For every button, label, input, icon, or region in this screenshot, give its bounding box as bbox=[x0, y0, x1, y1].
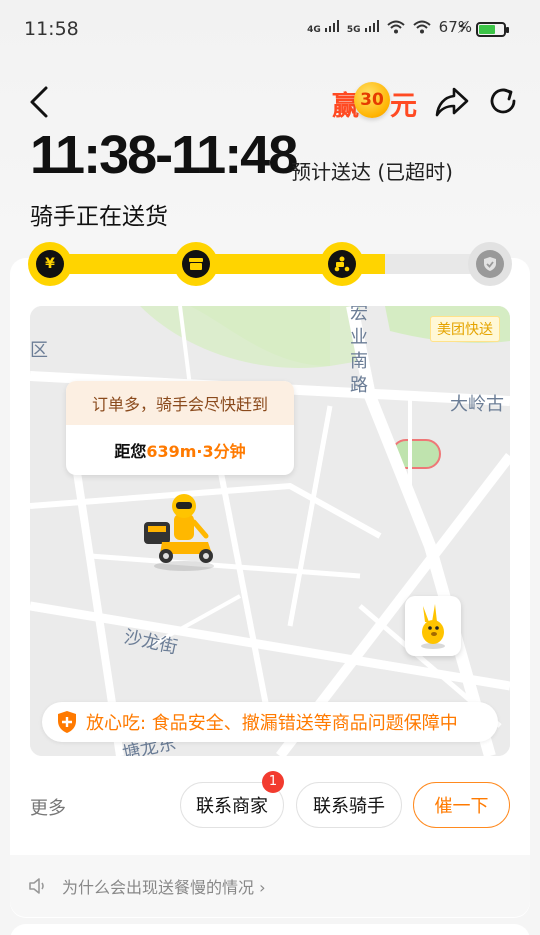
status-time: 11:58 bbox=[24, 18, 79, 40]
shop-icon bbox=[182, 250, 210, 278]
map-roads bbox=[30, 306, 510, 756]
next-card-peek bbox=[10, 924, 530, 935]
wifi-icon bbox=[386, 20, 405, 34]
distance-prefix: 距您 bbox=[114, 442, 147, 461]
promo-coin-amount: 30 bbox=[354, 82, 390, 118]
network-5g-label: 5G bbox=[346, 24, 361, 35]
charging-bolt-icon: ⚡ bbox=[456, 18, 468, 37]
eta-time: 11:38-11:48 bbox=[30, 125, 298, 185]
eta-note: 预计送达 (已超时) bbox=[291, 160, 453, 184]
rider-icon bbox=[328, 250, 356, 278]
contact-rider-button[interactable]: 联系骑手 bbox=[296, 782, 402, 828]
speaker-icon bbox=[29, 878, 44, 894]
check-shield-icon bbox=[476, 250, 504, 278]
wifi-icon bbox=[412, 20, 431, 34]
bubble-distance: 距您 639m·3分钟 bbox=[66, 425, 294, 475]
yuan-icon: ¥ bbox=[36, 250, 64, 278]
network-5g-indicator: 5G bbox=[346, 19, 379, 35]
battery-level bbox=[479, 25, 495, 34]
progress-step-delivered bbox=[468, 242, 512, 286]
shield-plus-icon bbox=[58, 711, 76, 733]
status-bar: 11:58 4G 5G 67% ⚡ bbox=[0, 0, 540, 60]
promo-reward-badge[interactable]: 赢 30 元 bbox=[332, 78, 417, 124]
kangaroo-mascot-icon bbox=[421, 604, 445, 649]
refresh-icon[interactable] bbox=[486, 84, 520, 118]
share-icon[interactable] bbox=[434, 84, 470, 118]
progress-step-delivering bbox=[320, 242, 364, 286]
battery-icon bbox=[476, 22, 509, 37]
delivery-progress-bar: ¥ bbox=[28, 242, 512, 286]
brand-badge: 美团快送 bbox=[430, 316, 500, 342]
road-char: 南 bbox=[350, 351, 368, 372]
destination-marker[interactable] bbox=[405, 596, 461, 656]
road-char: 业 bbox=[350, 327, 368, 348]
progress-step-merchant bbox=[174, 242, 218, 286]
rider-info-bubble: 订单多，骑手会尽快赶到 距您 639m·3分钟 bbox=[66, 381, 294, 475]
delay-reason-tip[interactable]: 为什么会出现送餐慢的情况 › bbox=[10, 855, 530, 917]
road-char: 路 bbox=[350, 375, 368, 396]
more-button[interactable]: 更多 bbox=[30, 794, 66, 820]
bubble-notice: 订单多，骑手会尽快赶到 bbox=[66, 381, 294, 425]
back-arrow-icon[interactable] bbox=[24, 82, 58, 122]
guarantee-text: 放心吃: 食品安全、撤漏错送等商品问题保障中 bbox=[86, 713, 458, 734]
delay-reason-text: 为什么会出现送餐慢的情况 › bbox=[62, 878, 266, 897]
signal-bars-icon bbox=[364, 19, 379, 32]
network-4g-label: 4G bbox=[307, 24, 321, 35]
rider-scooter-icon bbox=[144, 494, 214, 571]
delivery-status-title: 骑手正在送货 bbox=[30, 204, 168, 230]
food-safety-guarantee-banner[interactable]: 放心吃: 食品安全、撤漏错送等商品问题保障中 bbox=[42, 702, 498, 742]
distance-value: 639m·3分钟 bbox=[146, 442, 246, 461]
status-indicators: 4G 5G 67% bbox=[307, 18, 472, 36]
network-4g-indicator: 4G bbox=[307, 19, 339, 35]
progress-step-paid: ¥ bbox=[28, 242, 72, 286]
map-label-road-vertical: 宏 业 南 路 bbox=[350, 306, 368, 398]
promo-suffix: 元 bbox=[390, 91, 417, 122]
map-label-east-road: 大岭古 bbox=[450, 394, 504, 415]
delivery-map[interactable]: 区 宏 业 南 路 大岭古 沙龙街 塘龙东 美团快送 订单多，骑手会尽快赶到 距… bbox=[30, 306, 510, 756]
urge-order-button[interactable]: 催一下 bbox=[413, 782, 510, 828]
merchant-message-badge: 1 bbox=[262, 771, 284, 793]
road-char: 宏 bbox=[350, 306, 368, 324]
signal-bars-icon bbox=[324, 19, 339, 32]
map-label-district: 区 bbox=[30, 340, 48, 361]
